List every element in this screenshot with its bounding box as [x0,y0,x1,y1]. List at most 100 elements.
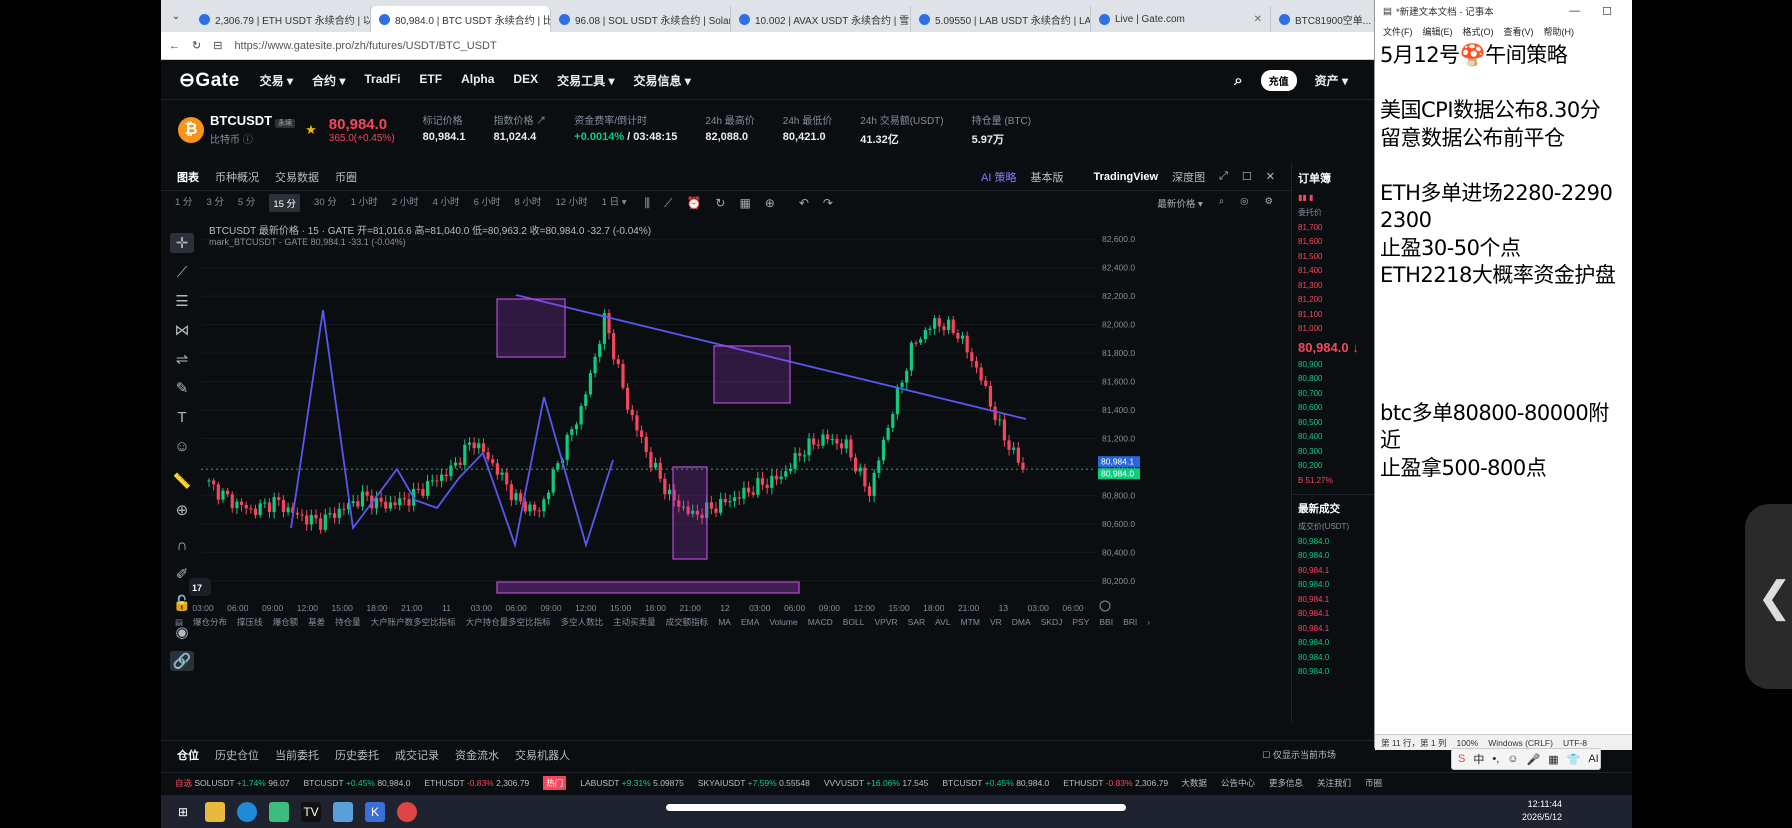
footer-link[interactable]: 大数据 [1181,777,1207,789]
notepad-menu-item[interactable]: 查看(V) [1504,25,1534,38]
indicator-item[interactable]: 爆仓分布 [193,616,227,628]
indicator-item[interactable]: SKDJ [1041,617,1063,627]
bid-price[interactable]: 80,500 [1292,416,1376,431]
indicator-item[interactable]: 大户账户数多空比指标 [371,616,456,628]
position-tab[interactable]: 仓位 [177,747,199,763]
indicator-item[interactable]: 主动买卖量 [613,616,656,628]
chart-tab[interactable]: 币种概况 [215,169,259,185]
site-info-icon[interactable]: ⊟ [213,39,222,52]
ask-price[interactable]: 81,600 [1292,235,1376,250]
interval-option[interactable]: 1 日 ▾ [602,194,627,212]
indicator-more-icon[interactable]: › [1147,617,1150,627]
nav-item[interactable]: TradFi [364,72,400,89]
close-icon[interactable]: ✕ [1266,170,1275,183]
indicator-item[interactable]: BBI [1099,617,1113,627]
gate-logo[interactable]: ⊖Gate [179,69,240,92]
add-icon[interactable]: ⊕ [765,196,775,211]
tab-close-icon[interactable]: ✕ [1254,14,1262,25]
bid-price[interactable]: 80,600 [1292,401,1376,416]
file-explorer-icon[interactable] [205,801,225,822]
link-icon[interactable]: 🔗 [170,651,194,671]
replay-icon[interactable]: ↻ [715,196,725,211]
windows-start-icon[interactable]: ⊞ [173,802,193,822]
bid-price[interactable]: 80,800 [1292,372,1376,387]
search-icon[interactable]: ⌕ [1234,72,1242,89]
expand-icon[interactable]: ⤢ [1219,170,1228,183]
browser-tab[interactable]: 5.09550 | LAB USDT 永续合约 | LA...✕ [911,6,1091,32]
indicator-settings-icon[interactable]: ▤ [175,617,183,628]
ask-price[interactable]: 81,500 [1292,250,1376,265]
tab-dropdown-icon[interactable]: ⌄ [161,11,191,22]
nav-item[interactable]: 合约 ▾ [312,72,345,89]
interval-option[interactable]: 8 小时 [515,194,542,212]
maximize-icon[interactable]: ☐ [1602,5,1612,18]
chart-tab[interactable]: 币圈 [335,169,357,185]
interval-option[interactable]: 4 小时 [433,194,460,212]
ask-price[interactable]: 81,300 [1292,279,1376,294]
position-tab[interactable]: 交易机器人 [515,747,570,763]
indicator-item[interactable]: Volume [769,617,797,627]
alert-icon[interactable]: ⏰ [686,196,701,211]
notepad-menu-item[interactable]: 帮助(H) [1544,25,1575,38]
kuaishou-icon[interactable]: K [365,801,385,822]
interval-option[interactable]: 2 小时 [392,194,419,212]
browser-tab[interactable]: 10.002 | AVAX USDT 永续合约 | 雪...✕ [731,6,911,32]
chart-view-tab[interactable]: AI 策略 [981,169,1016,185]
interval-option[interactable]: 5 分 [238,194,255,212]
ticker-item[interactable]: VVVUSDT +16.06% 17.545 [824,778,929,788]
redo-icon[interactable]: ↷ [823,196,833,211]
indicator-item[interactable]: MACD [808,617,833,627]
notepad-menu-item[interactable]: 编辑(E) [1423,25,1453,38]
voice-icon[interactable]: 🎤 [1527,753,1541,766]
window-icon[interactable]: ☐ [1242,170,1252,183]
browser-tab[interactable]: 2,306.79 | ETH USDT 永续合约 | 以...✕ [191,6,371,32]
symbol-block[interactable]: BTCUSDT 永续 比特币 ⓘ [210,113,296,146]
chart-tab[interactable]: 交易数据 [275,169,319,185]
interval-option[interactable]: 1 分 [175,194,192,212]
ticker-item[interactable]: BTCUSDT +0.45% 80,984.0 [304,778,411,788]
ticker-item[interactable]: BTCUSDT +0.45% 80,984.0 [942,778,1049,788]
interval-option[interactable]: 3 分 [206,194,223,212]
favorite-star-icon[interactable]: ★ [305,122,317,138]
ime-mode[interactable]: 中 [1473,751,1484,767]
clock[interactable]: 12:11:44 2026/5/12 [1522,798,1562,824]
footer-link[interactable]: 公告中心 [1221,777,1255,789]
current-market-toggle[interactable]: ☐ 仅显示当前市场 [1262,748,1336,761]
chrome-icon[interactable] [397,801,417,822]
chart-tab[interactable]: 图表 [177,169,199,185]
bid-price[interactable]: 80,300 [1292,445,1376,460]
back-icon[interactable]: ← [169,40,180,52]
chart-view-tab[interactable]: 深度图 [1172,169,1205,185]
ticker-item[interactable]: ETHUSDT -0.83% 2,306.79 [1063,778,1168,788]
indicator-item[interactable]: MA [718,617,731,627]
indicator-item[interactable]: AVL [935,617,950,627]
indicator-item[interactable]: SAR [908,617,925,627]
keyboard-icon[interactable]: ▦ [1548,753,1558,766]
indicator-item[interactable]: 大户持仓量多空比指标 [466,616,551,628]
indicator-item[interactable]: VPVR [875,617,898,627]
indicator-item[interactable]: PSY [1072,617,1089,627]
bid-price[interactable]: 80,400 [1292,430,1376,445]
indicator-item[interactable]: 撑压线 [237,616,263,628]
position-tab[interactable]: 成交记录 [395,747,439,763]
ticker-item[interactable]: 自选 SOLUSDT +1.74% 96.07 [175,777,290,789]
interval-option[interactable]: 1 小时 [351,194,378,212]
notepad-menu-item[interactable]: 文件(F) [1383,25,1413,38]
interval-option[interactable]: 6 小时 [474,194,501,212]
position-tab[interactable]: 当前委托 [275,747,319,763]
template-icon[interactable]: ▦ [739,196,750,211]
ask-price[interactable]: 81,700 [1292,221,1376,236]
nav-item[interactable]: ETF [419,72,442,89]
ticker-item[interactable]: LABUSDT +9.31% 5.09875 [580,778,684,788]
chart-settings-icon[interactable]: ⚙ [1264,196,1273,210]
punct-icon[interactable]: •, [1492,753,1499,765]
indicator-item[interactable]: 基差 [308,616,325,628]
indicator-item[interactable]: DMA [1012,617,1031,627]
ai-icon[interactable]: AI [1588,753,1598,765]
bid-price[interactable]: 80,700 [1292,387,1376,402]
indicator-item[interactable]: 爆仓额 [273,616,299,628]
footer-link[interactable]: 币圈 [1365,777,1382,789]
emoji-ime-icon[interactable]: ☺ [1507,753,1518,765]
chart-type-icon[interactable]: ⟋ [664,196,672,211]
interval-option[interactable]: 30 分 [314,194,337,212]
